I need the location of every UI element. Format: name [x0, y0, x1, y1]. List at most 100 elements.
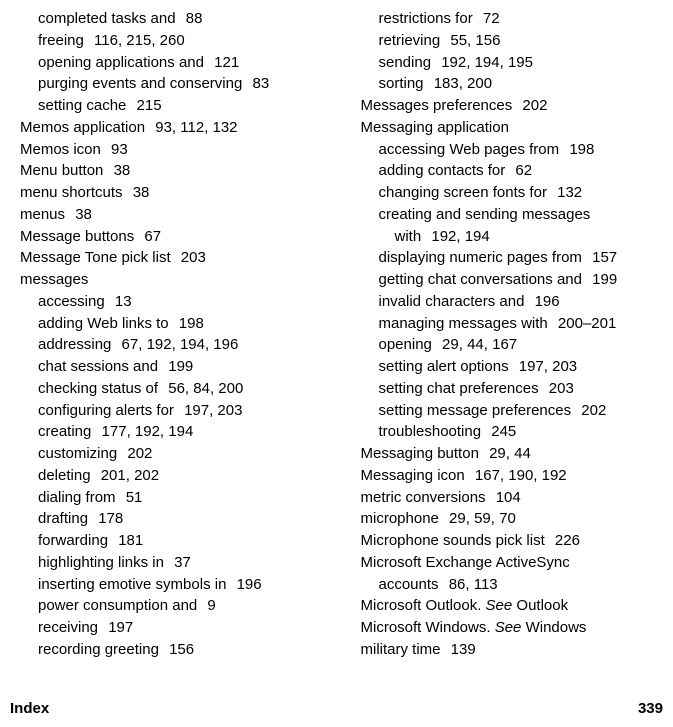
index-term: accessing Web pages from — [379, 141, 560, 158]
index-term: metric conversions — [361, 489, 486, 506]
index-entry: deleting 201, 202 — [16, 465, 317, 487]
index-term: customizing — [38, 445, 117, 462]
index-term: sending — [379, 54, 432, 71]
index-entry: Microsoft Outlook. See Outlook — [357, 595, 658, 617]
index-term: setting chat preferences — [379, 380, 539, 397]
index-term: creating and sending messages — [379, 206, 591, 223]
footer-section-title: Index — [10, 700, 49, 717]
index-entry: setting message preferences 202 — [357, 400, 658, 422]
index-pages: 132 — [553, 184, 582, 201]
index-term: messages — [20, 271, 88, 288]
index-entry: Messaging icon 167, 190, 192 — [357, 465, 658, 487]
index-pages: 72 — [479, 10, 500, 27]
index-term: Memos icon — [20, 141, 101, 158]
index-pages: 196 — [530, 293, 559, 310]
index-pages: 38 — [71, 206, 92, 223]
index-pages: 83 — [248, 75, 269, 92]
index-pages: 9 — [203, 597, 216, 614]
index-entry: inserting emotive symbols in 196 — [16, 574, 317, 596]
index-pages: 198 — [175, 315, 204, 332]
index-entry: configuring alerts for 197, 203 — [16, 400, 317, 422]
index-pages: 88 — [182, 10, 203, 27]
index-term: highlighting links in — [38, 554, 164, 571]
index-pages: 215 — [132, 97, 161, 114]
index-pages: 13 — [111, 293, 132, 310]
index-pages: 203 — [177, 249, 206, 266]
index-term: microphone — [361, 510, 439, 527]
index-entry: accessing Web pages from 198 — [357, 139, 658, 161]
index-term: changing screen fonts for — [379, 184, 547, 201]
index-term: deleting — [38, 467, 91, 484]
index-pages: 67 — [140, 228, 161, 245]
index-pages: 93, 112, 132 — [151, 119, 237, 136]
index-term: Microsoft Exchange ActiveSync — [361, 554, 570, 571]
index-pages: 38 — [109, 162, 130, 179]
index-entry-continuation: with 192, 194 — [357, 226, 658, 248]
index-column-left: completed tasks and 88freeing 116, 215, … — [16, 8, 337, 661]
index-pages: 192, 194, 195 — [437, 54, 533, 71]
index-term: Messaging icon — [361, 467, 465, 484]
index-pages: 38 — [129, 184, 150, 201]
index-term: sorting — [379, 75, 424, 92]
index-entry: power consumption and 9 — [16, 595, 317, 617]
index-term: menus — [20, 206, 65, 223]
index-entry: sending 192, 194, 195 — [357, 52, 658, 74]
index-term: creating — [38, 423, 91, 440]
index-entry: setting alert options 197, 203 — [357, 356, 658, 378]
index-column-right: restrictions for 72retrieving 55, 156sen… — [337, 8, 658, 661]
index-entry: menus 38 — [16, 204, 317, 226]
index-entry: addressing 67, 192, 194, 196 — [16, 334, 317, 356]
index-term: purging events and conserving — [38, 75, 242, 92]
index-entry: purging events and conserving 83 — [16, 73, 317, 95]
index-term: inserting emotive symbols in — [38, 576, 226, 593]
index-term: adding contacts for — [379, 162, 506, 179]
index-pages: 93 — [107, 141, 128, 158]
index-pages: 181 — [114, 532, 143, 549]
index-pages: 139 — [447, 641, 476, 658]
index-term: drafting — [38, 510, 88, 527]
index-pages: 37 — [170, 554, 191, 571]
index-pages: 197 — [104, 619, 133, 636]
index-term: Message buttons — [20, 228, 134, 245]
index-pages: 156 — [165, 641, 194, 658]
index-term: forwarding — [38, 532, 108, 549]
page-footer: Index 339 — [0, 700, 673, 717]
index-entry: sorting 183, 200 — [357, 73, 658, 95]
index-term: troubleshooting — [379, 423, 482, 440]
index-entry: restrictions for 72 — [357, 8, 658, 30]
index-term: power consumption and — [38, 597, 197, 614]
index-term: managing messages with — [379, 315, 548, 332]
index-entry: Memos application 93, 112, 132 — [16, 117, 317, 139]
index-entry: troubleshooting 245 — [357, 421, 658, 443]
index-term: menu shortcuts — [20, 184, 123, 201]
index-entry: chat sessions and 199 — [16, 356, 317, 378]
index-entry: changing screen fonts for 132 — [357, 182, 658, 204]
index-entry: highlighting links in 37 — [16, 552, 317, 574]
index-pages: 201, 202 — [97, 467, 160, 484]
index-term: opening applications and — [38, 54, 204, 71]
index-columns: completed tasks and 88freeing 116, 215, … — [0, 8, 673, 661]
index-pages: 104 — [492, 489, 521, 506]
index-pages: 197, 203 — [180, 402, 243, 419]
index-entry: completed tasks and 88 — [16, 8, 317, 30]
index-term: Memos application — [20, 119, 145, 136]
index-term: military time — [361, 641, 441, 658]
index-term: Microphone sounds pick list — [361, 532, 545, 549]
index-pages: 157 — [588, 249, 617, 266]
index-entry: receiving 197 — [16, 617, 317, 639]
index-pages: 202 — [577, 402, 606, 419]
index-term: getting chat conversations and — [379, 271, 582, 288]
index-entry: Menu button 38 — [16, 160, 317, 182]
index-entry: adding Web links to 198 — [16, 313, 317, 335]
index-pages: 200–201 — [554, 315, 617, 332]
footer-page-number: 339 — [638, 700, 663, 717]
index-entry: getting chat conversations and 199 — [357, 269, 658, 291]
index-entry: Message buttons 67 — [16, 226, 317, 248]
index-entry: accessing 13 — [16, 291, 317, 313]
index-entry: checking status of 56, 84, 200 — [16, 378, 317, 400]
index-pages: 177, 192, 194 — [97, 423, 193, 440]
index-entry: microphone 29, 59, 70 — [357, 508, 658, 530]
index-entry: Message Tone pick list 203 — [16, 247, 317, 269]
index-entry: Microsoft Exchange ActiveSync — [357, 552, 658, 574]
index-term: dialing from — [38, 489, 116, 506]
